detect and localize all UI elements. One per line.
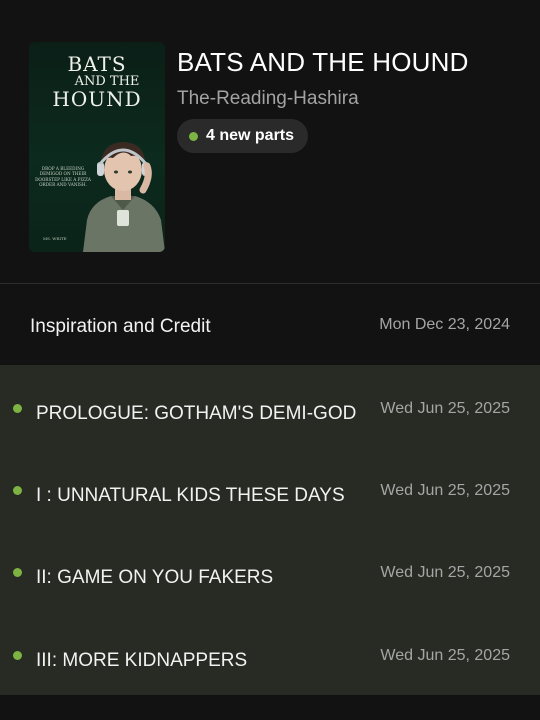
part-row[interactable]: III: MORE KIDNAPPERS Wed Jun 25, 2025: [0, 614, 540, 696]
new-indicator-icon: [13, 651, 22, 660]
new-indicator-icon: [13, 404, 22, 413]
cover-author: MS. WRITE: [43, 236, 67, 241]
part-date: Wed Jun 25, 2025: [380, 647, 510, 664]
cover-title: BATS AND THE HOUND: [52, 52, 142, 111]
new-indicator-icon: [189, 131, 198, 141]
part-title: Inspiration and Credit: [30, 316, 211, 337]
part-title: II: GAME ON YOU FAKERS: [36, 567, 274, 588]
cover-blurb: Drop a bleeding demigod on their doorste…: [35, 166, 91, 187]
new-parts-label: 4 new parts: [206, 127, 295, 144]
part-row[interactable]: PROLOGUE: GOTHAM'S DEMI-GOD Wed Jun 25, …: [0, 367, 540, 449]
part-date: Wed Jun 25, 2025: [380, 400, 510, 417]
part-date: Wed Jun 25, 2025: [380, 482, 510, 499]
part-title: PROLOGUE: GOTHAM'S DEMI-GOD: [36, 403, 357, 424]
story-header: BATS AND THE HOUND Drop a bleeding demig…: [0, 0, 540, 284]
cover-illustration: [83, 142, 165, 252]
part-title: III: MORE KIDNAPPERS: [36, 650, 248, 671]
book-cover[interactable]: BATS AND THE HOUND Drop a bleeding demig…: [29, 42, 165, 252]
new-indicator-icon: [13, 486, 22, 495]
part-date: Mon Dec 23, 2024: [379, 316, 510, 333]
story-title: BATS AND THE HOUND: [177, 47, 469, 77]
part-row[interactable]: Inspiration and Credit Mon Dec 23, 2024: [0, 285, 540, 365]
part-title: I : UNNATURAL KIDS THESE DAYS: [36, 485, 345, 506]
part-row[interactable]: I : UNNATURAL KIDS THESE DAYS Wed Jun 25…: [0, 449, 540, 531]
new-indicator-icon: [13, 568, 22, 577]
part-row[interactable]: II: GAME ON YOU FAKERS Wed Jun 25, 2025: [0, 531, 540, 613]
part-date: Wed Jun 25, 2025: [380, 564, 510, 581]
author-link[interactable]: The-Reading-Hashira: [177, 88, 359, 110]
new-parts-badge: 4 new parts: [177, 119, 309, 153]
